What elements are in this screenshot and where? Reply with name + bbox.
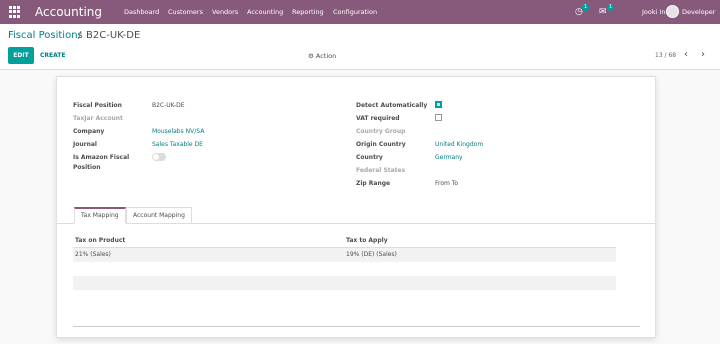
breadcrumb-fiscal-positions[interactable]: Fiscal Positions <box>8 29 83 43</box>
journal-link[interactable]: Sales Taxable DE <box>152 140 203 149</box>
form-sheet: Fiscal Position B2C-UK-DE TaxJar Account… <box>56 76 656 338</box>
journal-label: Journal <box>73 141 97 148</box>
column-header-tax-on-product[interactable]: Tax on Product <box>75 236 125 245</box>
zip-range-label: Zip Range <box>356 180 391 187</box>
country-link[interactable]: Germany <box>435 153 463 162</box>
app-title[interactable]: Accounting <box>35 4 102 20</box>
user-avatar[interactable] <box>666 5 679 18</box>
menu-dashboard[interactable]: Dashboard <box>124 7 159 17</box>
amazon-fiscal-toggle[interactable] <box>152 153 166 161</box>
pager-value[interactable]: 13 / 68 <box>655 51 676 61</box>
origin-country-label: Origin Country <box>356 141 406 148</box>
company-link[interactable]: Mouselabs NV/SA <box>152 127 204 136</box>
cell-tax-on-product: 21% (Sales) <box>75 251 111 258</box>
taxjar-account-label: TaxJar Account <box>73 115 123 122</box>
messages-badge: 1 <box>607 4 615 11</box>
activity-badge: 1 <box>582 4 590 11</box>
user-menu[interactable]: Developer <box>682 7 715 17</box>
action-label: Action <box>315 52 337 60</box>
messages-chat-icon[interactable]: ✉ <box>599 6 607 18</box>
gear-icon: ⚙ <box>308 52 314 60</box>
action-dropdown[interactable]: ⚙ Action <box>308 51 336 61</box>
create-button[interactable]: CREATE <box>40 51 66 61</box>
tab-tax-mapping[interactable]: Tax Mapping <box>74 207 126 224</box>
menu-vendors[interactable]: Vendors <box>212 7 238 17</box>
origin-country-link[interactable]: United Kingdom <box>435 140 483 149</box>
fiscal-position-value: B2C-UK-DE <box>152 102 185 109</box>
detect-automatically-label: Detect Automatically <box>356 102 428 109</box>
zip-range-value: From To <box>435 180 459 187</box>
table-empty-row <box>73 276 616 290</box>
company-label: Company <box>73 128 105 135</box>
breadcrumb-current: B2C-UK-DE <box>86 30 141 41</box>
table-empty-row <box>73 290 616 304</box>
country-group-label: Country Group <box>356 128 406 135</box>
apps-menu-icon[interactable] <box>9 6 21 18</box>
menu-reporting[interactable]: Reporting <box>292 7 324 17</box>
vat-required-label: VAT required <box>356 115 400 122</box>
control-panel: Fiscal Positions / B2C-UK-DE EDIT CREATE… <box>0 24 720 70</box>
detect-automatically-checkbox[interactable] <box>435 101 442 108</box>
fiscal-position-label: Fiscal Position <box>73 102 122 109</box>
amazon-fiscal-label-line2: Position <box>73 164 101 171</box>
top-navbar: Accounting Dashboard Customers Vendors A… <box>0 0 720 24</box>
amazon-fiscal-label-line1: Is Amazon Fiscal <box>73 154 130 161</box>
pager-next-icon[interactable]: › <box>701 49 705 61</box>
edit-button[interactable]: EDIT <box>8 47 34 64</box>
table-footer-divider <box>73 326 640 327</box>
column-header-tax-to-apply[interactable]: Tax to Apply <box>346 236 388 245</box>
table-row[interactable]: 21% (Sales) 19% (DE) (Sales) <box>73 248 616 262</box>
pager-previous-icon[interactable]: ‹ <box>684 49 688 61</box>
menu-accounting[interactable]: Accounting <box>247 7 283 17</box>
cell-tax-to-apply: 19% (DE) (Sales) <box>346 251 397 258</box>
federal-states-label: Federal States <box>356 167 406 174</box>
tab-account-mapping[interactable]: Account Mapping <box>126 207 192 224</box>
table-empty-row <box>73 262 616 276</box>
menu-configuration[interactable]: Configuration <box>333 7 377 17</box>
menu-customers[interactable]: Customers <box>168 7 203 17</box>
country-label: Country <box>356 154 383 161</box>
breadcrumb-separator: / <box>78 30 82 41</box>
vat-required-checkbox[interactable] <box>435 114 442 121</box>
